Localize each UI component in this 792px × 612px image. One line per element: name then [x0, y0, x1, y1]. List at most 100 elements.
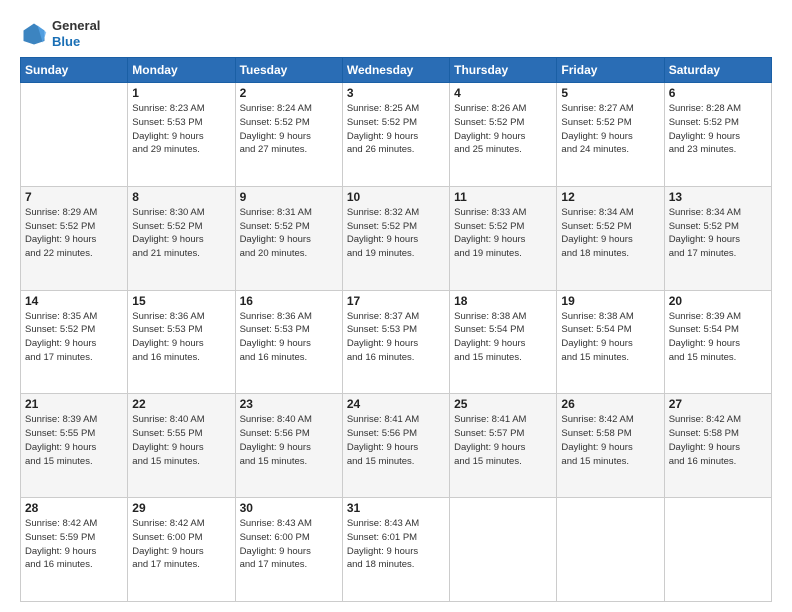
day-number: 14 [25, 294, 123, 308]
day-number: 17 [347, 294, 445, 308]
day-number: 27 [669, 397, 767, 411]
day-info: Sunrise: 8:33 AMSunset: 5:52 PMDaylight:… [454, 206, 552, 261]
day-number: 11 [454, 190, 552, 204]
day-number: 5 [561, 86, 659, 100]
day-info: Sunrise: 8:24 AMSunset: 5:52 PMDaylight:… [240, 102, 338, 157]
calendar-week-row: 1 Sunrise: 8:23 AMSunset: 5:53 PMDaylight… [21, 83, 772, 187]
calendar-table: SundayMondayTuesdayWednesdayThursdayFrid… [20, 57, 772, 602]
day-number: 12 [561, 190, 659, 204]
day-number: 1 [132, 86, 230, 100]
calendar-cell: 22Sunrise: 8:40 AMSunset: 5:55 PMDayligh… [128, 394, 235, 498]
day-info: Sunrise: 8:43 AMSunset: 6:00 PMDaylight:… [240, 517, 338, 572]
page: General Blue SundayMondayTuesdayWednesda… [0, 0, 792, 612]
day-number: 30 [240, 501, 338, 515]
calendar-header-saturday: Saturday [664, 58, 771, 83]
calendar-cell: 10 Sunrise: 8:32 AMSunset: 5:52 PMDayligh… [342, 186, 449, 290]
calendar-header-tuesday: Tuesday [235, 58, 342, 83]
calendar-header-friday: Friday [557, 58, 664, 83]
day-info: Sunrise: 8:41 AMSunset: 5:57 PMDaylight:… [454, 413, 552, 468]
day-number: 21 [25, 397, 123, 411]
day-info: Sunrise: 8:37 AMSunset: 5:53 PMDaylight:… [347, 310, 445, 365]
day-number: 7 [25, 190, 123, 204]
calendar-cell [557, 498, 664, 602]
logo-icon [20, 20, 48, 48]
day-info: Sunrise: 8:36 AMSunset: 5:53 PMDaylight:… [132, 310, 230, 365]
calendar-cell: 19 Sunrise: 8:38 AMSunset: 5:54 PMDayligh… [557, 290, 664, 394]
day-info: Sunrise: 8:42 AMSunset: 5:58 PMDaylight:… [561, 413, 659, 468]
calendar-header-sunday: Sunday [21, 58, 128, 83]
calendar-cell: 6Sunrise: 8:28 AMSunset: 5:52 PMDaylight… [664, 83, 771, 187]
calendar-cell: 12Sunrise: 8:34 AMSunset: 5:52 PMDayligh… [557, 186, 664, 290]
day-info: Sunrise: 8:31 AMSunset: 5:52 PMDaylight:… [240, 206, 338, 261]
calendar-cell: 18 Sunrise: 8:38 AMSunset: 5:54 PMDayligh… [450, 290, 557, 394]
calendar-cell: 20 Sunrise: 8:39 AMSunset: 5:54 PMDayligh… [664, 290, 771, 394]
day-number: 10 [347, 190, 445, 204]
day-number: 18 [454, 294, 552, 308]
calendar-cell: 9 Sunrise: 8:31 AMSunset: 5:52 PMDaylight… [235, 186, 342, 290]
calendar-header-thursday: Thursday [450, 58, 557, 83]
calendar-week-row: 21 Sunrise: 8:39 AMSunset: 5:55 PMDayligh… [21, 394, 772, 498]
day-info: Sunrise: 8:25 AMSunset: 5:52 PMDaylight:… [347, 102, 445, 157]
calendar-cell: 23 Sunrise: 8:40 AMSunset: 5:56 PMDayligh… [235, 394, 342, 498]
calendar-header-row: SundayMondayTuesdayWednesdayThursdayFrid… [21, 58, 772, 83]
logo-text: General Blue [52, 18, 100, 49]
day-number: 29 [132, 501, 230, 515]
day-number: 20 [669, 294, 767, 308]
calendar-cell: 1 Sunrise: 8:23 AMSunset: 5:53 PMDaylight… [128, 83, 235, 187]
calendar-week-row: 14 Sunrise: 8:35 AMSunset: 5:52 PMDayligh… [21, 290, 772, 394]
calendar-week-row: 7 Sunrise: 8:29 AMSunset: 5:52 PMDaylight… [21, 186, 772, 290]
calendar-cell: 2 Sunrise: 8:24 AMSunset: 5:52 PMDaylight… [235, 83, 342, 187]
calendar-cell: 8Sunrise: 8:30 AMSunset: 5:52 PMDaylight… [128, 186, 235, 290]
calendar-header-wednesday: Wednesday [342, 58, 449, 83]
day-info: Sunrise: 8:40 AMSunset: 5:56 PMDaylight:… [240, 413, 338, 468]
day-number: 2 [240, 86, 338, 100]
calendar-cell: 15 Sunrise: 8:36 AMSunset: 5:53 PMDayligh… [128, 290, 235, 394]
calendar-week-row: 28Sunrise: 8:42 AMSunset: 5:59 PMDayligh… [21, 498, 772, 602]
day-info: Sunrise: 8:32 AMSunset: 5:52 PMDaylight:… [347, 206, 445, 261]
day-info: Sunrise: 8:35 AMSunset: 5:52 PMDaylight:… [25, 310, 123, 365]
day-number: 28 [25, 501, 123, 515]
calendar-cell: 27Sunrise: 8:42 AMSunset: 5:58 PMDayligh… [664, 394, 771, 498]
day-number: 3 [347, 86, 445, 100]
day-info: Sunrise: 8:42 AMSunset: 6:00 PMDaylight:… [132, 517, 230, 572]
day-number: 19 [561, 294, 659, 308]
calendar-cell: 5Sunrise: 8:27 AMSunset: 5:52 PMDaylight… [557, 83, 664, 187]
day-info: Sunrise: 8:39 AMSunset: 5:55 PMDaylight:… [25, 413, 123, 468]
day-number: 23 [240, 397, 338, 411]
day-number: 24 [347, 397, 445, 411]
day-info: Sunrise: 8:26 AMSunset: 5:52 PMDaylight:… [454, 102, 552, 157]
day-number: 26 [561, 397, 659, 411]
calendar-cell: 4 Sunrise: 8:26 AMSunset: 5:52 PMDaylight… [450, 83, 557, 187]
calendar-cell: 7 Sunrise: 8:29 AMSunset: 5:52 PMDaylight… [21, 186, 128, 290]
day-number: 16 [240, 294, 338, 308]
day-info: Sunrise: 8:38 AMSunset: 5:54 PMDaylight:… [454, 310, 552, 365]
day-info: Sunrise: 8:39 AMSunset: 5:54 PMDaylight:… [669, 310, 767, 365]
day-info: Sunrise: 8:38 AMSunset: 5:54 PMDaylight:… [561, 310, 659, 365]
calendar-cell: 26 Sunrise: 8:42 AMSunset: 5:58 PMDayligh… [557, 394, 664, 498]
day-info: Sunrise: 8:29 AMSunset: 5:52 PMDaylight:… [25, 206, 123, 261]
calendar-cell: 21 Sunrise: 8:39 AMSunset: 5:55 PMDayligh… [21, 394, 128, 498]
day-info: Sunrise: 8:34 AMSunset: 5:52 PMDaylight:… [669, 206, 767, 261]
calendar-cell: 3 Sunrise: 8:25 AMSunset: 5:52 PMDaylight… [342, 83, 449, 187]
calendar-cell: 31Sunrise: 8:43 AMSunset: 6:01 PMDayligh… [342, 498, 449, 602]
calendar-cell: 13Sunrise: 8:34 AMSunset: 5:52 PMDayligh… [664, 186, 771, 290]
logo: General Blue [20, 18, 100, 49]
day-number: 4 [454, 86, 552, 100]
calendar-cell: 11 Sunrise: 8:33 AMSunset: 5:52 PMDayligh… [450, 186, 557, 290]
day-info: Sunrise: 8:23 AMSunset: 5:53 PMDaylight:… [132, 102, 230, 157]
day-number: 15 [132, 294, 230, 308]
day-number: 8 [132, 190, 230, 204]
day-info: Sunrise: 8:41 AMSunset: 5:56 PMDaylight:… [347, 413, 445, 468]
day-number: 9 [240, 190, 338, 204]
calendar-cell: 25 Sunrise: 8:41 AMSunset: 5:57 PMDayligh… [450, 394, 557, 498]
calendar-cell: 24 Sunrise: 8:41 AMSunset: 5:56 PMDayligh… [342, 394, 449, 498]
day-number: 25 [454, 397, 552, 411]
calendar-cell [664, 498, 771, 602]
calendar-cell: 30 Sunrise: 8:43 AMSunset: 6:00 PMDayligh… [235, 498, 342, 602]
day-info: Sunrise: 8:36 AMSunset: 5:53 PMDaylight:… [240, 310, 338, 365]
day-number: 31 [347, 501, 445, 515]
calendar-cell: 17 Sunrise: 8:37 AMSunset: 5:53 PMDayligh… [342, 290, 449, 394]
day-number: 22 [132, 397, 230, 411]
day-number: 6 [669, 86, 767, 100]
calendar-cell: 16 Sunrise: 8:36 AMSunset: 5:53 PMDayligh… [235, 290, 342, 394]
